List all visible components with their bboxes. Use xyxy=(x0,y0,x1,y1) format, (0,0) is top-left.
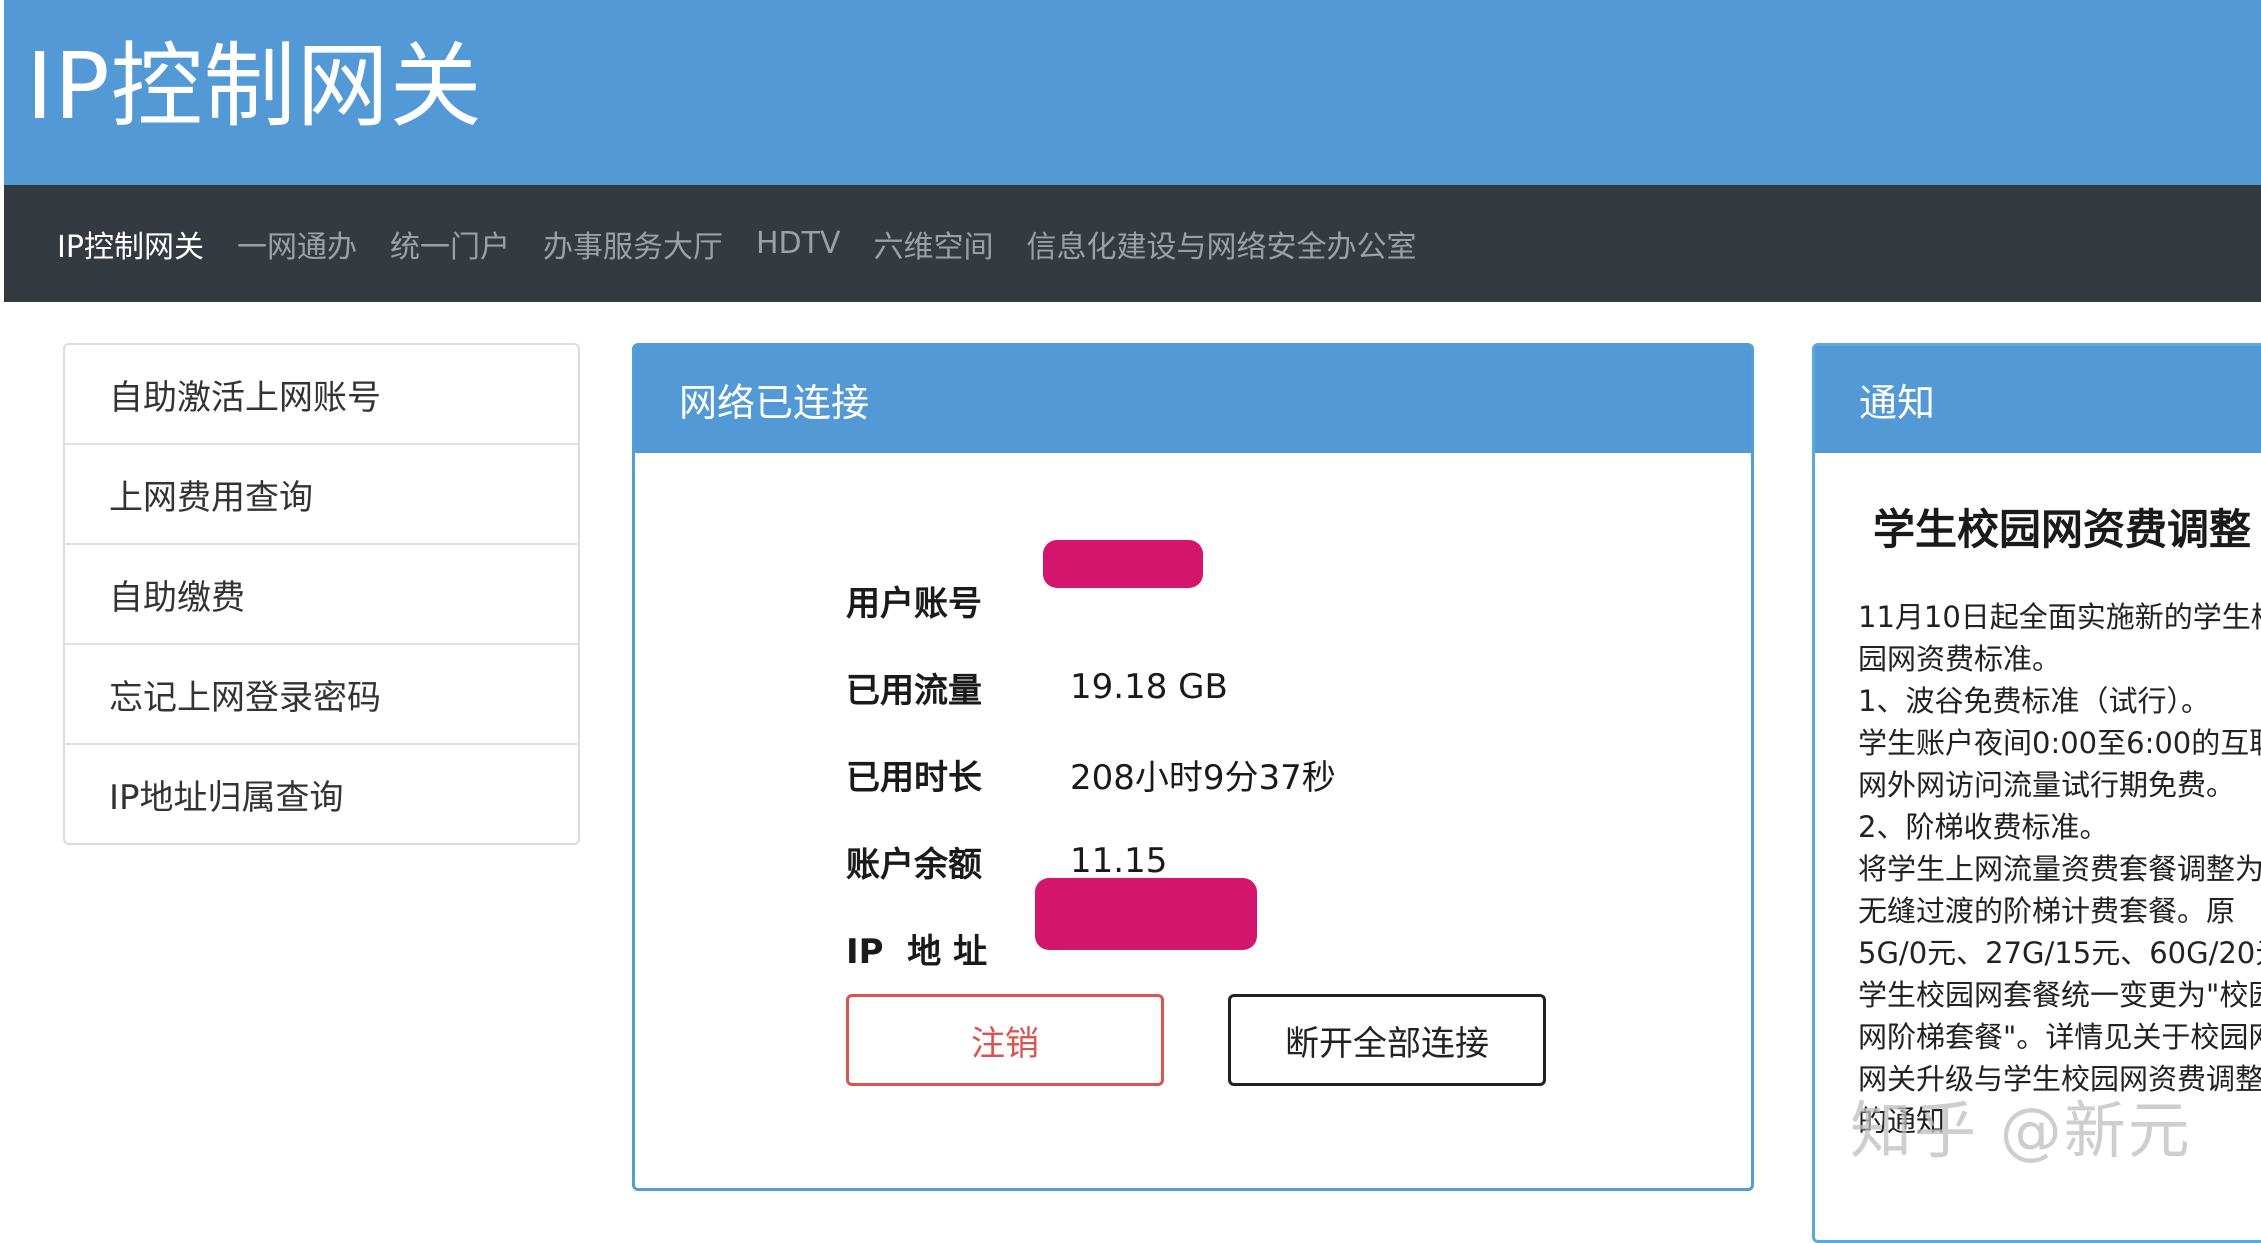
duration-value: 208小时9分37秒 xyxy=(1070,757,1336,798)
nav-item-portal[interactable]: 统一门户 xyxy=(390,222,510,266)
nav-item-six-dimension[interactable]: 六维空间 xyxy=(873,222,993,266)
app-title: IP控制网关 xyxy=(26,33,483,140)
nav-item-service-hall[interactable]: 办事服务大厅 xyxy=(543,222,723,266)
duration-label: 已用时长 xyxy=(846,757,982,798)
notice-header: 通知 xyxy=(1815,346,2261,453)
sidebar-item-fee-query[interactable]: 上网费用查询 xyxy=(65,445,578,545)
balance-value: 11.15 xyxy=(1070,841,1168,881)
notice-line: 将学生上网流量资费套餐调整为 xyxy=(1858,852,2261,886)
traffic-label: 已用流量 xyxy=(846,670,982,711)
app-banner: IP控制网关 xyxy=(4,0,2261,185)
notice-line: 无缝过渡的阶梯计费套餐。原 xyxy=(1858,894,2236,928)
notice-line: 1、波谷免费标准（试行）。 xyxy=(1858,684,2210,718)
notice-title: 学生校园网资费调整 xyxy=(1873,505,2252,554)
notice-line: 学生校园网套餐统一变更为"校园 xyxy=(1858,978,2261,1012)
card-title: 网络已连接 xyxy=(635,346,1751,453)
account-label: 用户账号 xyxy=(846,583,982,624)
traffic-value: 19.18 GB xyxy=(1070,667,1228,707)
sidebar-item-self-payment[interactable]: 自助缴费 xyxy=(65,545,578,645)
sidebar-menu: 自助激活上网账号 上网费用查询 自助缴费 忘记上网登录密码 IP地址归属查询 xyxy=(63,343,580,845)
nav-item-hdtv[interactable]: HDTV xyxy=(756,226,841,261)
notice-line: 5G/0元、27G/15元、60G/20元 xyxy=(1858,936,2261,970)
top-navbar: IP控制网关 一网通办 统一门户 办事服务大厅 HDTV 六维空间 信息化建设与… xyxy=(4,185,2261,302)
info-row-traffic: 已用流量 19.18 GB xyxy=(846,657,1228,717)
notice-line: 2、阶梯收费标准。 xyxy=(1858,810,2109,844)
notice-body: 11月10日起全面实施新的学生校 园网资费标准。 1、波谷免费标准（试行）。 学… xyxy=(1858,596,2261,1142)
sidebar-item-ip-lookup[interactable]: IP地址归属查询 xyxy=(65,745,578,843)
sidebar-item-forgot-password[interactable]: 忘记上网登录密码 xyxy=(65,645,578,745)
connection-status-card: 网络已连接 用户账号 已用流量 19.18 GB 已用时长 208小时9分37秒… xyxy=(632,343,1754,1191)
nav-item-it-security-office[interactable]: 信息化建设与网络安全办公室 xyxy=(1026,222,1416,266)
info-row-account: 用户账号 xyxy=(846,570,1070,630)
notice-line: 11月10日起全面实施新的学生校 xyxy=(1858,600,2261,634)
balance-label: 账户余额 xyxy=(846,844,982,885)
notice-line: 园网资费标准。 xyxy=(1858,642,2062,676)
redaction-mark xyxy=(1043,540,1203,588)
nav-item-ip-gateway[interactable]: IP控制网关 xyxy=(57,222,204,266)
logout-button[interactable]: 注销 xyxy=(846,994,1164,1086)
sidebar-item-activate-account[interactable]: 自助激活上网账号 xyxy=(65,345,578,445)
info-row-duration: 已用时长 208小时9分37秒 xyxy=(846,744,1336,804)
nav-item-one-stop[interactable]: 一网通办 xyxy=(237,222,357,266)
watermark: 知乎 @新元 xyxy=(1850,1094,2192,1167)
disconnect-all-button[interactable]: 断开全部连接 xyxy=(1228,994,1546,1086)
redaction-mark xyxy=(1035,878,1257,950)
notice-line: 网阶梯套餐"。详情见关于校园网 xyxy=(1858,1020,2261,1054)
notice-line: 学生账户夜间0:00至6:00的互联 xyxy=(1858,726,2261,760)
notice-line: 网外网访问流量试行期免费。 xyxy=(1858,768,2236,802)
